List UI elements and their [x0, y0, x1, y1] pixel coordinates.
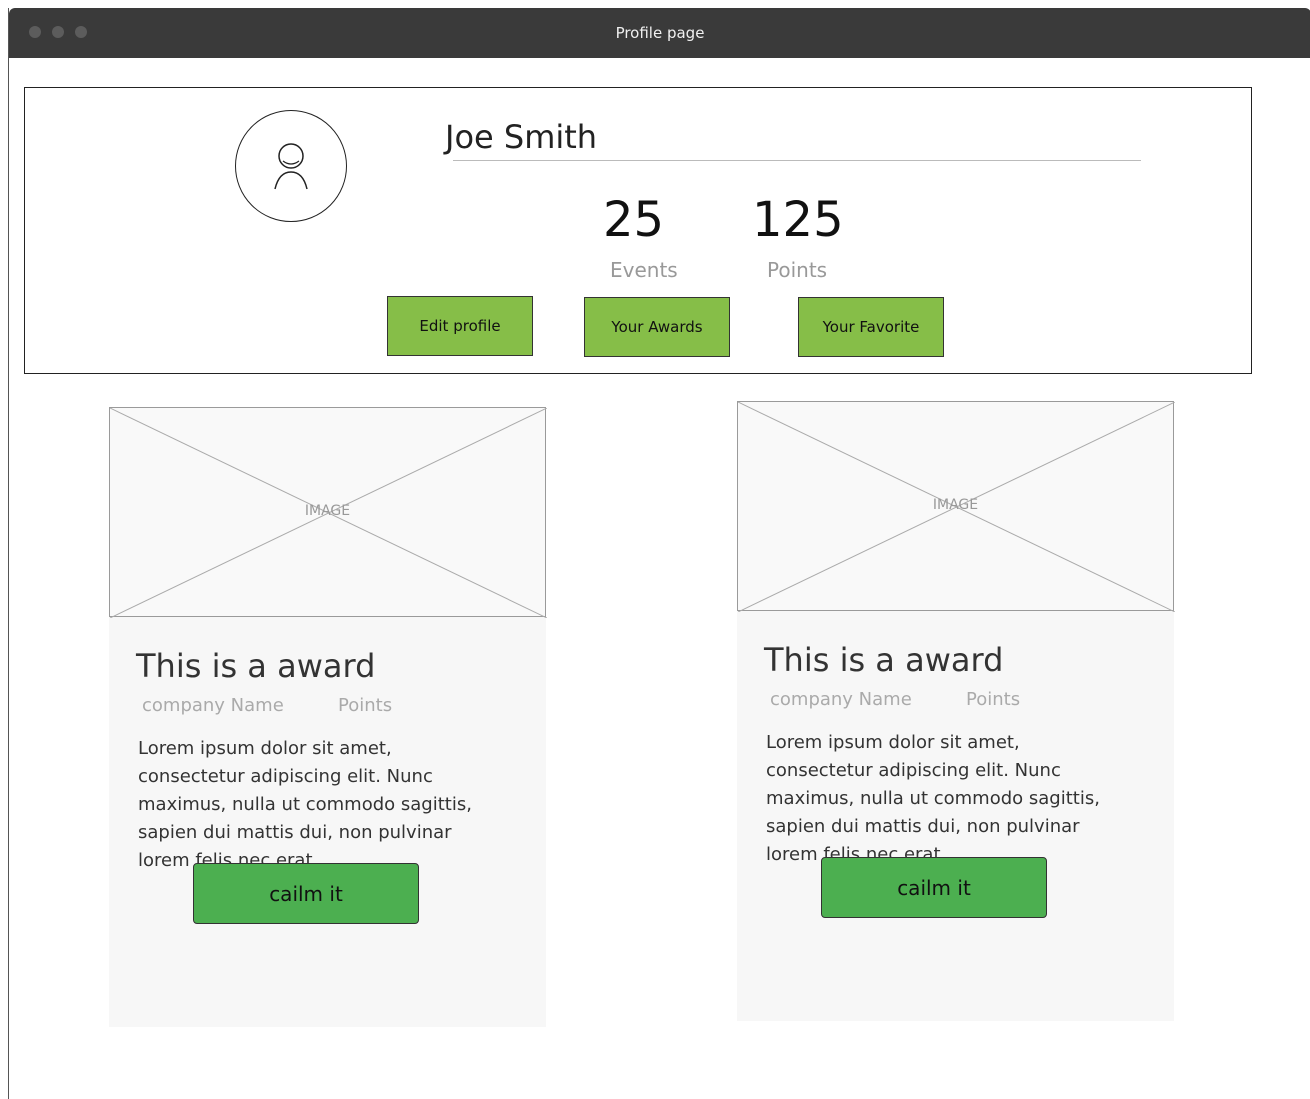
company-name: company Name — [142, 695, 284, 716]
award-points: Points — [338, 695, 393, 716]
events-count: 25 — [603, 192, 665, 248]
company-name: company Name — [770, 689, 912, 710]
image-label: IMAGE — [304, 503, 351, 519]
award-title: This is a award — [764, 641, 1004, 679]
profile-header: Joe Smith 25 Events 125 Points Edit prof… — [24, 87, 1252, 374]
name-divider — [453, 160, 1141, 161]
user-icon — [274, 143, 308, 190]
image-label: IMAGE — [932, 497, 979, 513]
events-label: Events — [610, 258, 678, 282]
user-name: Joe Smith — [445, 118, 598, 156]
your-awards-button[interactable]: Your Awards — [584, 297, 730, 357]
award-points: Points — [966, 689, 1021, 710]
award-card: IMAGE This is a award company Name Point… — [109, 407, 547, 1027]
image-placeholder: IMAGE — [737, 401, 1175, 612]
claim-button[interactable]: cailm it — [193, 863, 419, 924]
window-title: Profile page — [615, 24, 705, 42]
claim-button[interactable]: cailm it — [821, 857, 1047, 918]
points-count: 125 — [752, 192, 844, 248]
points-label: Points — [767, 258, 828, 282]
window-titlebar: Profile page — [9, 8, 1310, 58]
avatar[interactable] — [235, 110, 347, 222]
award-description: Lorem ipsum dolor sit amet, consectetur … — [766, 732, 1100, 865]
award-card: IMAGE This is a award company Name Point… — [737, 401, 1175, 1021]
edit-profile-button[interactable]: Edit profile — [387, 296, 533, 356]
award-description: Lorem ipsum dolor sit amet, consectetur … — [138, 738, 472, 871]
award-title: This is a award — [136, 647, 376, 685]
your-favorite-button[interactable]: Your Favorite — [798, 297, 944, 357]
image-placeholder: IMAGE — [109, 407, 547, 618]
